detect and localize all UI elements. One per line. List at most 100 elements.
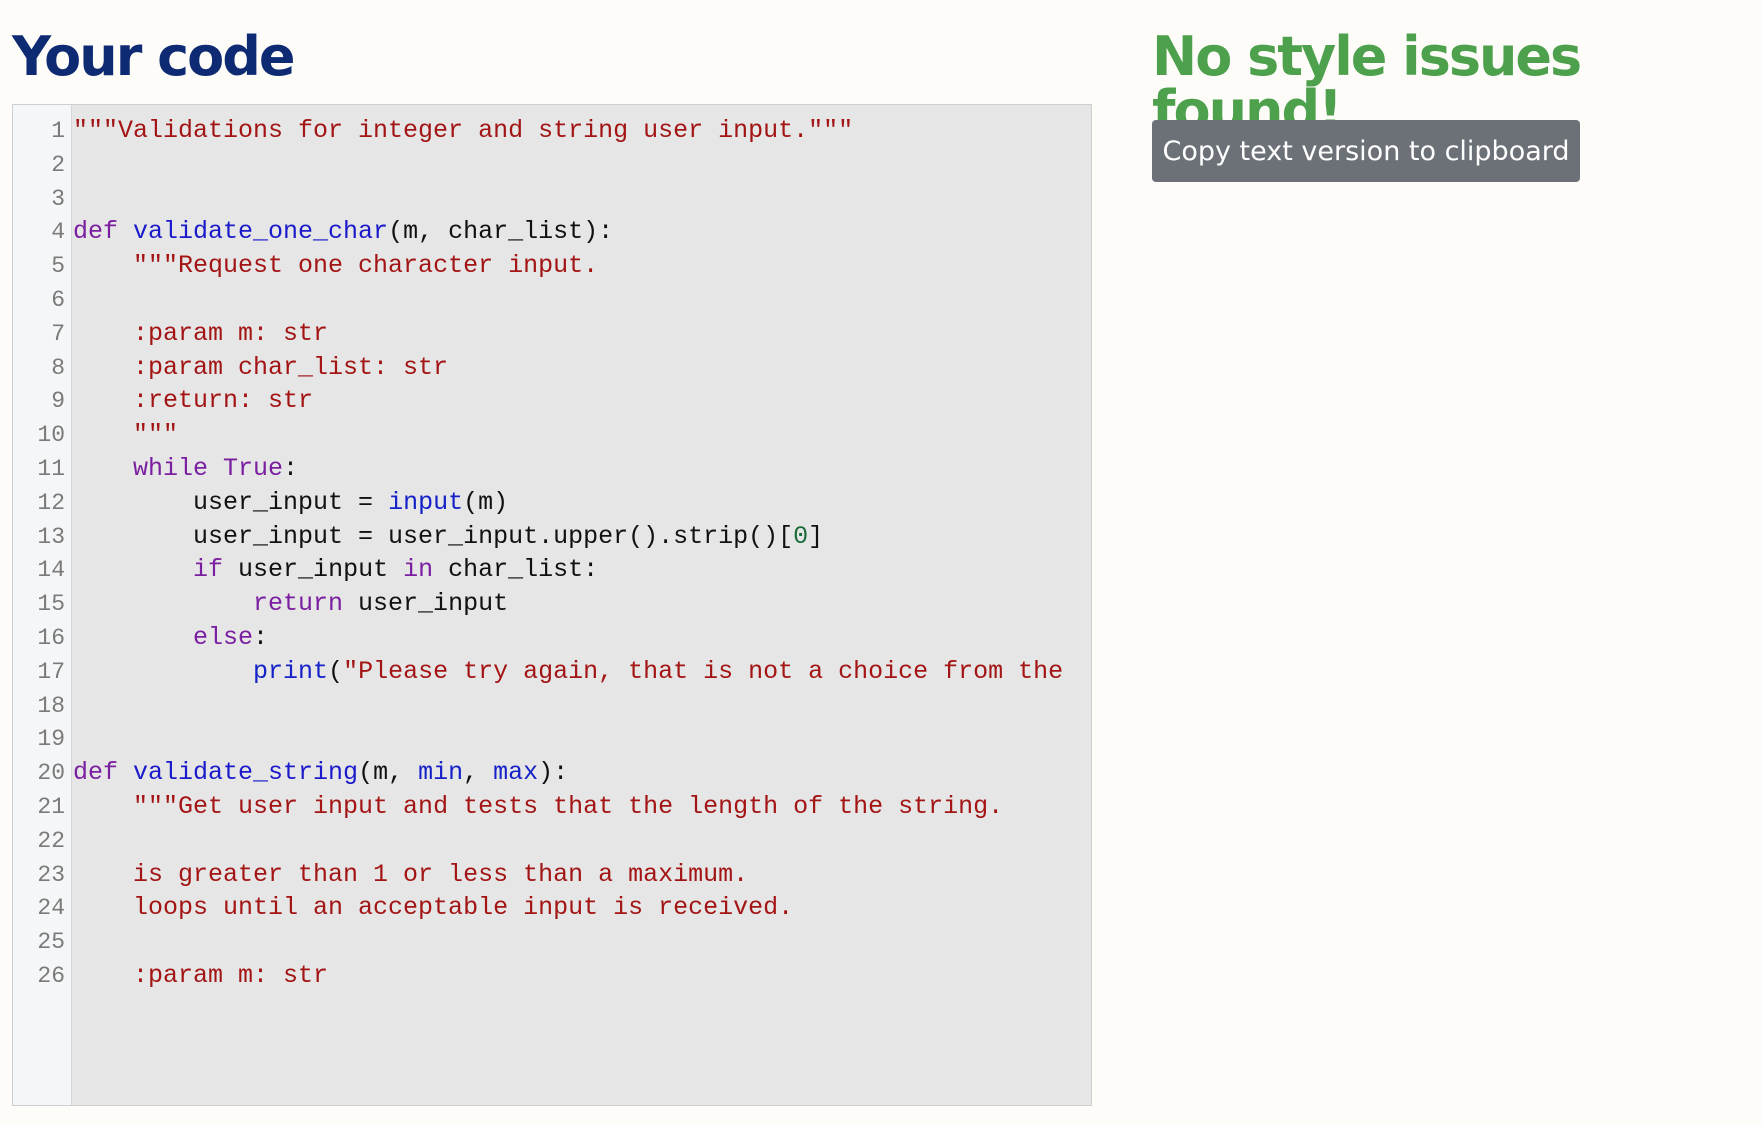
code-text: """Get user input and tests that the len… (73, 788, 1091, 826)
code-token: """Validations for integer and string us… (73, 116, 854, 145)
code-token: : (253, 623, 269, 652)
code-text: :param char_list: str (73, 349, 1091, 387)
code-text: def validate_one_char(m, char_list): (73, 213, 1091, 251)
code-text: :param m: str (73, 315, 1091, 353)
line-number: 25 (37, 929, 65, 956)
code-line: 16 else: (13, 619, 1091, 657)
code-line: 26 :param m: str (13, 957, 1091, 995)
code-line: 4 def validate_one_char(m, char_list): (13, 213, 1091, 251)
code-line: 11 while True: (13, 450, 1091, 488)
code-token: :return: str (73, 386, 314, 416)
code-text: :param m: str (73, 957, 1091, 995)
code-line: 3 (13, 180, 1091, 218)
code-token: ): (538, 758, 569, 788)
code-token: 0 (793, 521, 809, 551)
line-number: 6 (51, 287, 65, 313)
code-token: , (463, 758, 494, 788)
line-number: 10 (37, 422, 65, 449)
code-text: """ (73, 416, 1091, 454)
line-number: 24 (37, 895, 65, 922)
code-token: user_input (343, 589, 509, 619)
code-token: :param char_list: str (73, 352, 449, 382)
code-token: ] (808, 521, 824, 551)
code-token: ( (328, 656, 344, 686)
code-line: 19 (13, 720, 1091, 758)
code-token: return (253, 589, 344, 619)
copy-to-clipboard-button[interactable]: Copy text version to clipboard (1152, 120, 1580, 182)
code-line: 17 print("Please try again, that is not … (13, 653, 1091, 691)
code-token: is greater than 1 or less than a maximum… (73, 859, 749, 889)
code-line: 10 """ (13, 416, 1091, 454)
code-token: """Get user input and tests that the len… (133, 792, 1004, 821)
code-line: 2 (13, 146, 1091, 184)
line-number: 16 (37, 625, 65, 651)
page-title: Your code (12, 25, 296, 88)
code-token: user_input = (73, 487, 389, 517)
line-number: 26 (37, 963, 65, 989)
code-token: def (73, 758, 134, 788)
code-token: (m, char_list): (388, 217, 614, 247)
line-number: 18 (37, 692, 65, 719)
line-number: 23 (37, 861, 65, 888)
code-token: while True (133, 454, 284, 483)
code-text: while True: (73, 450, 1091, 488)
code-text: if user_input in char_list: (73, 551, 1091, 589)
code-token: validate_one_char (133, 217, 389, 247)
line-number: 3 (51, 185, 65, 212)
code-text: :return: str (73, 382, 1091, 420)
code-line: 22 (13, 822, 1091, 860)
code-token: min (418, 758, 464, 788)
line-number: 20 (37, 760, 65, 787)
code-viewer[interactable]: 1 """Validations for integer and string u… (12, 104, 1092, 1106)
code-text: loops until an acceptable input is recei… (73, 889, 1091, 927)
line-number: 21 (37, 794, 65, 820)
line-number: 17 (37, 658, 65, 685)
code-token: (m) (463, 487, 509, 517)
code-text: return user_input (73, 585, 1091, 623)
code-token: """Request one character input. (133, 251, 599, 281)
code-line: 14 if user_input in char_list: (13, 551, 1091, 589)
code-line: 15 return user_input (13, 585, 1091, 623)
line-number: 19 (37, 726, 65, 753)
line-number: 7 (51, 320, 65, 347)
line-number: 11 (37, 456, 65, 482)
code-line: 9 :return: str (13, 382, 1091, 420)
code-line: 12 user_input = input(m) (13, 484, 1091, 522)
code-line: 7 :param m: str (13, 315, 1091, 353)
code-line: 23 is greater than 1 or less than a maxi… (13, 856, 1091, 894)
code-token: :param m: str (73, 961, 329, 990)
line-number: 4 (51, 219, 65, 246)
line-number: 1 (51, 118, 65, 144)
code-line: 13 user_input = user_input.upper().strip… (13, 518, 1091, 556)
code-line: 25 (13, 923, 1091, 961)
code-text: user_input = input(m) (73, 484, 1091, 522)
code-text: is greater than 1 or less than a maximum… (73, 856, 1091, 894)
code-token: input (388, 487, 464, 517)
code-text: print("Please try again, that is not a c… (73, 653, 1091, 691)
code-token: def (73, 217, 134, 247)
code-line: 5 """Request one character input. (13, 247, 1091, 285)
code-line: 8 :param char_list: str (13, 349, 1091, 387)
code-token: else (193, 623, 254, 652)
code-token: :param m: str (73, 318, 329, 348)
code-token: "Please try again, that is not a choice … (343, 656, 1064, 686)
code-text: """Validations for integer and string us… (73, 112, 1091, 150)
line-number: 8 (51, 354, 65, 381)
code-token: user_input (223, 555, 404, 585)
code-token: validate_string (133, 758, 359, 788)
line-number: 2 (51, 151, 65, 178)
code-token: print (253, 656, 329, 686)
line-number: 9 (51, 388, 65, 415)
code-text: """Request one character input. (73, 247, 1091, 285)
code-token: user_input = user_input.upper().strip()[ (73, 521, 794, 551)
line-number: 12 (37, 489, 65, 516)
code-token: """ (73, 420, 179, 450)
code-line: 24 loops until an acceptable input is re… (13, 889, 1091, 927)
code-line: 1 """Validations for integer and string u… (13, 112, 1091, 150)
code-text: def validate_string(m, min, max): (73, 754, 1091, 792)
